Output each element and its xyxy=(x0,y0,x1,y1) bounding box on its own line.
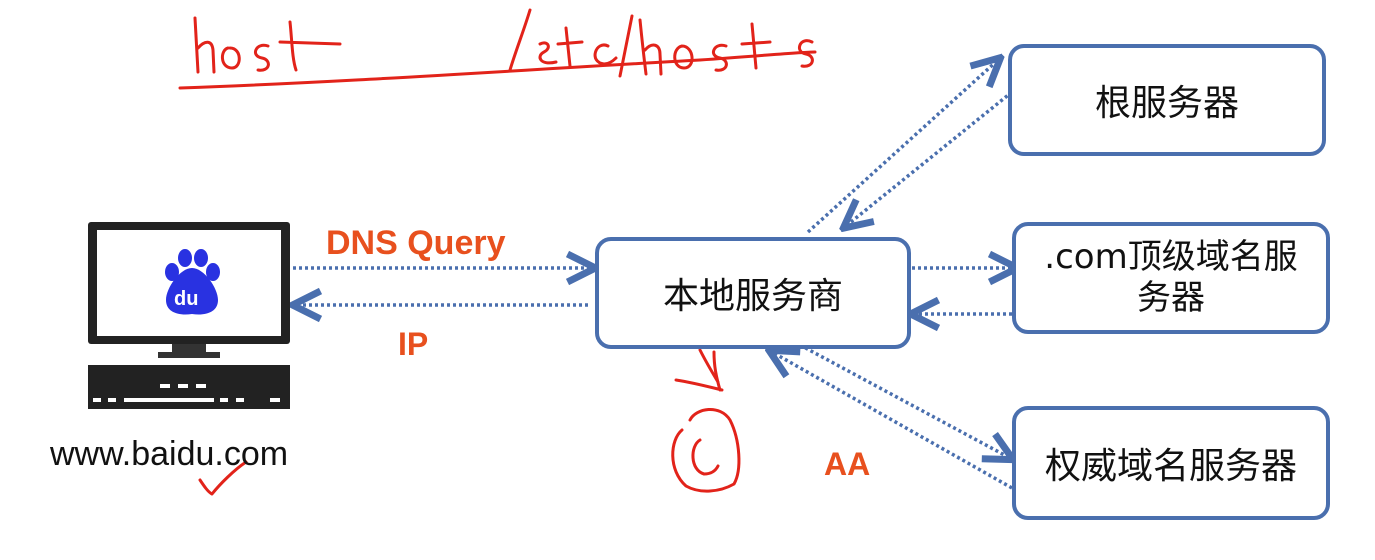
tld-server-label-line2: 务器 xyxy=(1137,278,1205,318)
client-url-label: www.baidu.com xyxy=(50,435,289,473)
dns-query-label: DNS Query xyxy=(326,224,506,262)
baidu-logo-text: du xyxy=(174,288,199,310)
root-server-label: 根服务器 xyxy=(1094,83,1239,124)
local-provider-node: 本地服务商 xyxy=(595,237,911,349)
authoritative-server-label: 权威域名服务器 xyxy=(1044,446,1297,487)
local-provider-label: 本地服务商 xyxy=(662,276,843,317)
root-server-node: 根服务器 xyxy=(1008,44,1326,156)
arrow-local-to-auth xyxy=(799,343,1010,458)
arrow-auth-to-local xyxy=(772,352,1013,490)
authoritative-server-node: 权威域名服务器 xyxy=(1012,406,1330,520)
ip-label: IP xyxy=(398,326,429,362)
computer-icon xyxy=(88,222,290,409)
arrow-local-to-root xyxy=(806,60,998,234)
arrow-root-to-local xyxy=(846,90,1014,226)
aa-label: AA xyxy=(824,446,871,482)
tld-server-node: .com顶级域名服 务器 xyxy=(1012,222,1330,334)
tld-server-label-line1: .com顶级域名服 xyxy=(1044,237,1298,278)
